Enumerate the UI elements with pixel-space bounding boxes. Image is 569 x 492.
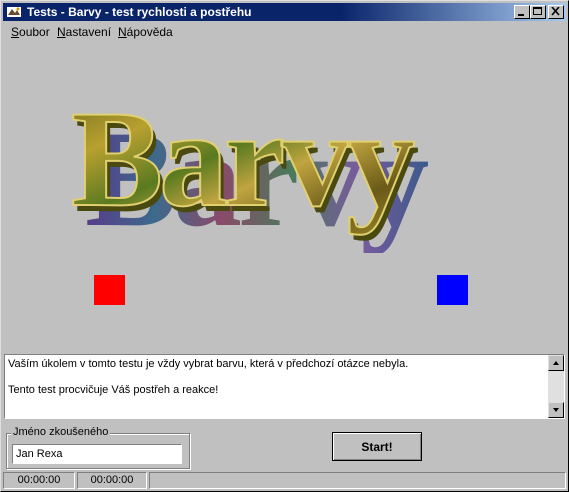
close-button[interactable] bbox=[548, 5, 564, 19]
menu-nastaveni-accel: N bbox=[57, 25, 66, 39]
examinee-label: Jméno zkoušeného bbox=[11, 426, 111, 438]
instructions-line-2: Tento test procvičuje Váš postřeh a reak… bbox=[8, 384, 219, 396]
status-remaining-time: 00:00:00 bbox=[77, 472, 147, 489]
arrow-up-icon bbox=[553, 361, 559, 365]
examinee-name-input[interactable] bbox=[12, 444, 182, 464]
title-bar[interactable]: Tests - Barvy - test rychlosti a postřeh… bbox=[3, 3, 566, 21]
instructions-line-1: Vaším úkolem v tomto testu je vždy vybra… bbox=[8, 358, 409, 370]
start-button[interactable]: Start! bbox=[332, 432, 422, 461]
main-window: Tests - Barvy - test rychlosti a postřeh… bbox=[0, 0, 569, 492]
examinee-group: Jméno zkoušeného bbox=[6, 426, 190, 469]
color-swatch-left[interactable] bbox=[94, 275, 125, 305]
scroll-up-button[interactable] bbox=[548, 355, 564, 371]
window-title: Tests - Barvy - test rychlosti a postřeh… bbox=[27, 5, 252, 19]
menu-soubor[interactable]: Soubor bbox=[11, 25, 50, 39]
menu-soubor-accel: S bbox=[11, 25, 20, 39]
status-bar: 00:00:00 00:00:00 bbox=[3, 472, 566, 490]
vertical-scrollbar[interactable] bbox=[548, 355, 564, 418]
status-message-panel bbox=[149, 472, 566, 489]
menu-bar: Soubor Nastavení Nápověda bbox=[3, 23, 566, 41]
menu-napoveda-label: ápověda bbox=[126, 25, 173, 39]
logo-text: Barvy bbox=[71, 82, 414, 235]
menu-nastaveni[interactable]: Nastavení bbox=[57, 25, 111, 39]
app-icon bbox=[7, 7, 21, 17]
instructions-box[interactable]: Vaším úkolem v tomto testu je vždy vybra… bbox=[4, 354, 565, 419]
barvy-logo: Barvy Barvy Barvy bbox=[70, 81, 432, 253]
arrow-down-icon bbox=[553, 408, 559, 412]
scroll-down-button[interactable] bbox=[548, 402, 564, 418]
status-elapsed-time: 00:00:00 bbox=[3, 472, 75, 489]
menu-nastaveni-label: astavení bbox=[65, 25, 112, 39]
minimize-button[interactable] bbox=[514, 5, 530, 19]
menu-napoveda-accel: N bbox=[118, 25, 127, 39]
menu-soubor-label: oubor bbox=[19, 25, 50, 39]
minimize-icon bbox=[518, 14, 524, 16]
close-icon bbox=[551, 7, 560, 16]
color-swatch-right[interactable] bbox=[437, 275, 468, 305]
maximize-button[interactable] bbox=[530, 5, 546, 19]
menu-napoveda[interactable]: Nápověda bbox=[118, 25, 173, 39]
maximize-icon bbox=[533, 7, 542, 15]
